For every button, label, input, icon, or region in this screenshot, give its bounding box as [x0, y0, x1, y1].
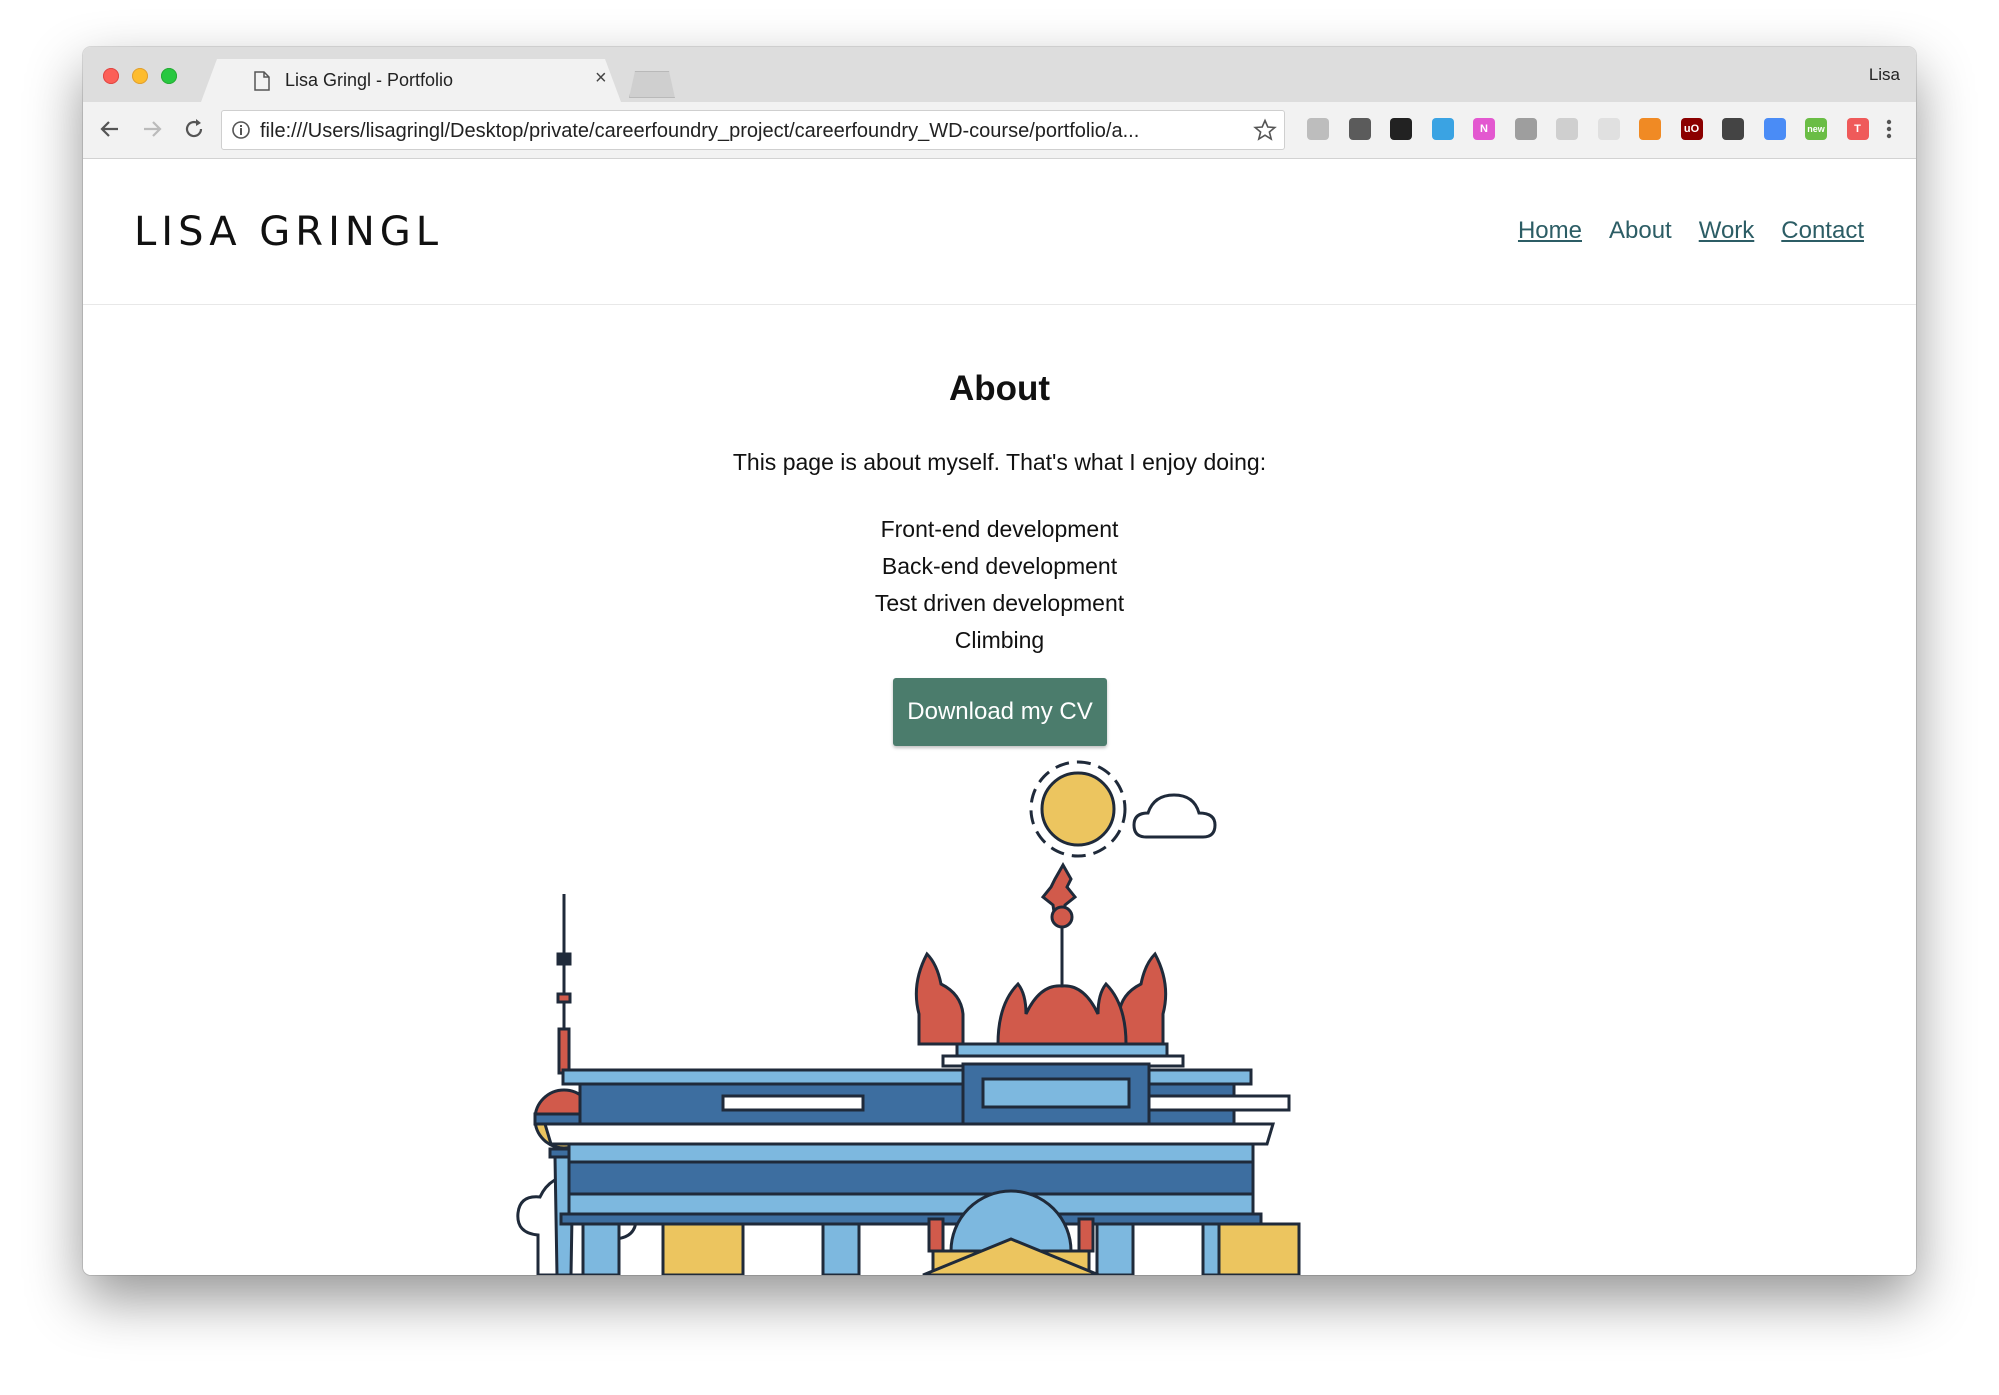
- berlin-skyline-illustration: [516, 760, 1301, 1275]
- web-page: LISA GRINGL Home About Work Contact Abou…: [83, 159, 1916, 1275]
- evernote-extension-icon[interactable]: [1348, 118, 1371, 140]
- quadriga-icon: [914, 861, 1168, 1046]
- analytics-extension-icon[interactable]: [1639, 118, 1661, 140]
- onepassword-extension-icon[interactable]: [1722, 118, 1744, 140]
- brandenburg-gate-icon: [542, 1042, 1291, 1226]
- tab-title: Lisa Gringl - Portfolio: [285, 70, 454, 90]
- t-extension-icon[interactable]: T: [1846, 118, 1869, 140]
- reload-icon[interactable]: [181, 116, 207, 142]
- sun-icon: [1029, 760, 1127, 858]
- side-house-right: [1217, 1222, 1301, 1275]
- screenshot-extension-icon[interactable]: [1431, 118, 1454, 140]
- reader-extension-icon[interactable]: [1556, 118, 1578, 140]
- close-window-button[interactable]: [103, 68, 119, 84]
- moon-extension-icon[interactable]: [1597, 118, 1620, 140]
- translate-extension-icon[interactable]: [1763, 118, 1786, 140]
- cloud-icon: [1132, 793, 1217, 839]
- puzzle-extension-icon[interactable]: [1514, 118, 1537, 140]
- bookmark-star-icon[interactable]: [1253, 118, 1277, 142]
- info-icon[interactable]: [231, 120, 251, 140]
- menu-dots-icon[interactable]: [1884, 117, 1894, 141]
- address-bar[interactable]: file:///Users/lisagringl/Desktop/private…: [221, 110, 1285, 150]
- new-extension-icon[interactable]: new: [1805, 118, 1827, 140]
- profile-name[interactable]: Lisa: [1869, 65, 1900, 85]
- n-extension-icon[interactable]: N: [1473, 118, 1495, 140]
- browser-window: Lisa Gringl - Portfolio × Lisa file:///U…: [83, 47, 1916, 1275]
- forward-arrow-icon[interactable]: [139, 116, 165, 142]
- document-icon: [254, 71, 270, 91]
- umbrella-extension-icon[interactable]: [1307, 118, 1329, 140]
- zoom-window-button[interactable]: [161, 68, 177, 84]
- minimize-window-button[interactable]: [132, 68, 148, 84]
- url-text: file:///Users/lisagringl/Desktop/private…: [260, 120, 1140, 142]
- new-tab-button[interactable]: [629, 71, 675, 98]
- color-picker-extension-icon[interactable]: [1390, 118, 1412, 140]
- tab-strip: Lisa Gringl - Portfolio × Lisa: [83, 47, 1916, 102]
- back-arrow-icon[interactable]: [97, 116, 123, 142]
- browser-toolbar: file:///Users/lisagringl/Desktop/private…: [83, 102, 1916, 159]
- side-house-left: [661, 1222, 745, 1275]
- tab-active[interactable]: Lisa Gringl - Portfolio ×: [201, 59, 621, 102]
- ublock-extension-icon[interactable]: uO: [1680, 118, 1703, 140]
- tab-close-icon[interactable]: ×: [595, 67, 607, 90]
